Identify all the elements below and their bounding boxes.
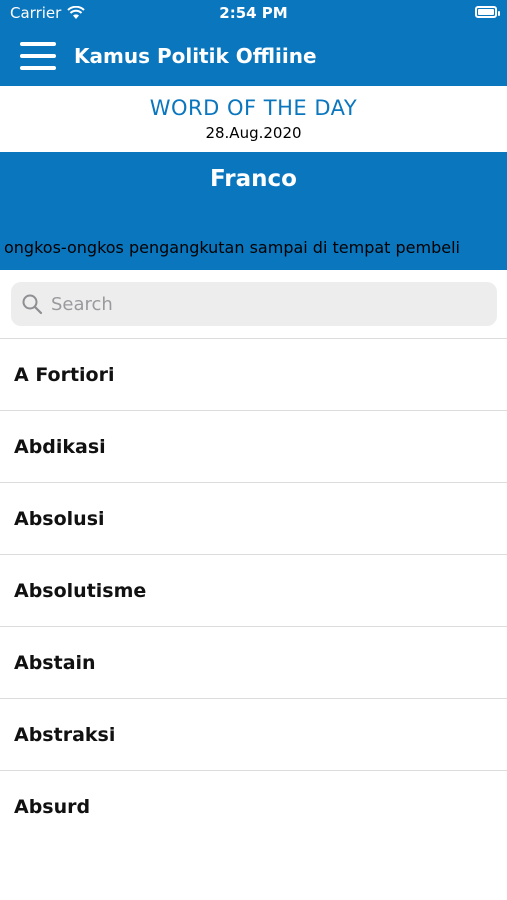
wotd-definition: ongkos-ongkos pengangkutan sampai di tem… — [4, 238, 460, 257]
list-item[interactable]: Abdikasi — [0, 411, 507, 483]
list-item[interactable]: Abstraksi — [0, 699, 507, 771]
word-of-the-day-header: WORD OF THE DAY 28.Aug.2020 — [0, 86, 507, 152]
menu-button[interactable] — [20, 40, 56, 72]
list-item[interactable]: Absolutisme — [0, 555, 507, 627]
battery-icon — [475, 6, 500, 18]
status-time: 2:54 PM — [219, 4, 288, 22]
nav-title: Kamus Politik Offliine — [74, 44, 317, 68]
list-item[interactable]: A Fortiori — [0, 339, 507, 411]
search-input[interactable] — [49, 292, 497, 316]
list-item[interactable]: Absolusi — [0, 483, 507, 555]
word-list: A Fortiori Abdikasi Absolusi Absolutisme… — [0, 338, 507, 843]
wotd-heading: WORD OF THE DAY — [149, 96, 358, 120]
word-of-the-day-card[interactable]: Franco ongkos-ongkos pengangkutan sampai… — [0, 152, 507, 270]
search-bar — [0, 270, 507, 336]
search-field[interactable] — [11, 282, 497, 326]
status-bar: Carrier 2:54 PM — [0, 0, 507, 28]
list-item[interactable]: Absurd — [0, 771, 507, 843]
wotd-date: 28.Aug.2020 — [205, 124, 302, 142]
list-item[interactable]: Abstain — [0, 627, 507, 699]
wotd-word: Franco — [210, 166, 297, 192]
top-bar: Carrier 2:54 PM Kamus Politik Offliine — [0, 0, 507, 86]
search-icon — [22, 294, 43, 315]
nav-bar: Kamus Politik Offliine — [0, 28, 507, 86]
